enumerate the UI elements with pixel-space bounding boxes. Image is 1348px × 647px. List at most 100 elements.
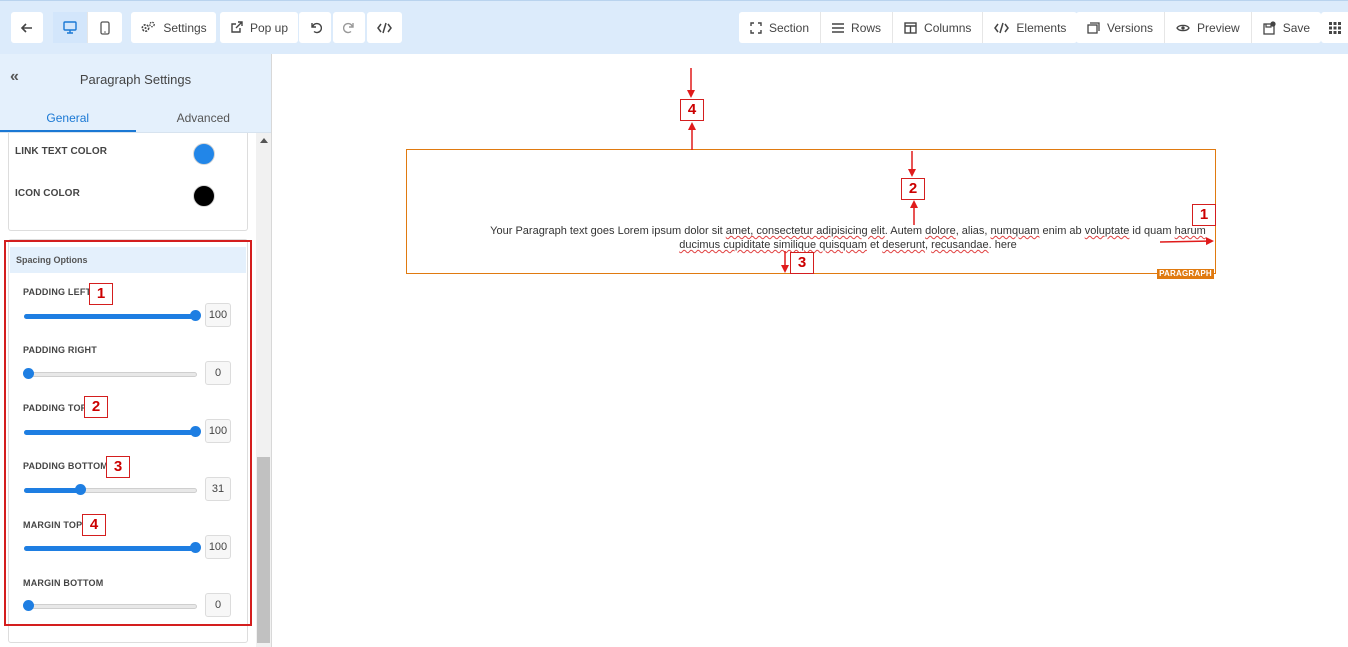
misspelled-text-run: deserunt bbox=[882, 239, 926, 251]
padding-left-slider[interactable] bbox=[24, 310, 201, 321]
panel-header: « Paragraph Settings bbox=[0, 54, 271, 104]
mobile-icon bbox=[100, 20, 110, 35]
code-icon bbox=[994, 22, 1010, 33]
mobile-view-button[interactable] bbox=[88, 12, 122, 43]
arrow-left-icon bbox=[20, 22, 32, 33]
margin-top-slider[interactable] bbox=[24, 542, 201, 553]
canvas-annotation-3: 3 bbox=[790, 252, 814, 274]
annotation-2-badge: 2 bbox=[84, 396, 108, 418]
icon-color-swatch[interactable] bbox=[193, 185, 215, 207]
versions-icon bbox=[1087, 21, 1100, 34]
columns-icon bbox=[904, 21, 917, 34]
desktop-icon bbox=[63, 21, 77, 34]
save-button[interactable]: Save bbox=[1252, 12, 1321, 43]
link-text-color-label: LINK TEXT COLOR bbox=[15, 146, 108, 157]
misspelled-text-run: numquam bbox=[990, 225, 1040, 237]
expand-icon bbox=[750, 21, 762, 34]
desktop-view-button[interactable] bbox=[53, 12, 88, 43]
spacing-options-header[interactable]: Spacing Options bbox=[10, 247, 246, 273]
save-label: Save bbox=[1282, 20, 1311, 35]
slider-handle[interactable] bbox=[23, 600, 34, 611]
panel-body: LINK TEXT COLOR ICON COLOR Spacing Optio… bbox=[0, 133, 256, 647]
slider-handle[interactable] bbox=[190, 310, 201, 321]
apps-menu-button[interactable] bbox=[1321, 12, 1348, 43]
margin-bottom-value[interactable]: 0 bbox=[205, 593, 231, 617]
margin-bottom-slider[interactable] bbox=[23, 600, 197, 611]
section-label: Section bbox=[769, 20, 810, 35]
canvas-annotation-2: 2 bbox=[901, 178, 925, 200]
structure-group: Section Rows Columns Elements bbox=[739, 12, 1078, 43]
misspelled-text-run: dolore bbox=[925, 225, 956, 237]
paragraph-text-run: . here bbox=[988, 239, 1017, 251]
slider-handle[interactable] bbox=[190, 426, 201, 437]
columns-button[interactable]: Columns bbox=[893, 12, 984, 43]
rows-label: Rows bbox=[851, 20, 882, 35]
padding-bottom-value[interactable]: 31 bbox=[205, 477, 231, 501]
settings-panel: « Paragraph Settings General Advanced LI… bbox=[0, 54, 272, 647]
versions-label: Versions bbox=[1107, 20, 1154, 35]
misspelled-text-run: recusandae bbox=[931, 239, 989, 251]
misspelled-text-run: voluptate bbox=[1084, 225, 1130, 237]
rows-button[interactable]: Rows bbox=[821, 12, 894, 43]
padding-top-value[interactable]: 100 bbox=[205, 419, 231, 443]
publish-group: Versions Preview Save bbox=[1076, 12, 1322, 43]
padding-bottom-slider[interactable] bbox=[24, 484, 197, 495]
code-icon bbox=[377, 22, 392, 33]
tab-general[interactable]: General bbox=[0, 104, 136, 132]
panel-scrollbar[interactable] bbox=[256, 133, 271, 647]
link-text-color-swatch[interactable] bbox=[193, 143, 215, 165]
scroll-up-arrow-icon[interactable] bbox=[256, 137, 271, 147]
rows-icon bbox=[832, 22, 845, 33]
preview-label: Preview bbox=[1197, 20, 1240, 35]
padding-left-value[interactable]: 100 bbox=[205, 303, 231, 327]
slider-handle[interactable] bbox=[190, 542, 201, 553]
gears-icon bbox=[141, 21, 156, 33]
padding-top-label: PADDING TOP bbox=[23, 403, 87, 413]
paragraph-text-run: , alias, bbox=[955, 225, 991, 237]
panel-title: Paragraph Settings bbox=[79, 71, 192, 87]
panel-tabs: General Advanced bbox=[0, 104, 271, 133]
annotation-1-badge: 1 bbox=[89, 283, 113, 305]
slider-handle[interactable] bbox=[23, 368, 34, 379]
padding-top-slider[interactable] bbox=[24, 426, 201, 437]
section-button[interactable]: Section bbox=[739, 12, 822, 43]
undo-button[interactable] bbox=[299, 12, 331, 43]
redo-button[interactable] bbox=[333, 12, 365, 43]
paragraph-text-run: et bbox=[866, 239, 883, 251]
redo-icon bbox=[342, 22, 354, 34]
paragraph-text-run: enim ab bbox=[1039, 225, 1085, 237]
popup-label: Pop up bbox=[249, 20, 289, 35]
save-icon bbox=[1263, 20, 1276, 35]
elements-button[interactable]: Elements bbox=[983, 12, 1077, 43]
padding-right-slider[interactable] bbox=[23, 368, 197, 379]
settings-button[interactable]: Settings bbox=[131, 12, 216, 43]
device-switcher bbox=[53, 12, 122, 43]
margin-top-label: MARGIN TOP bbox=[23, 520, 83, 530]
versions-button[interactable]: Versions bbox=[1076, 12, 1166, 43]
canvas-annotation-4: 4 bbox=[680, 99, 704, 121]
scrollbar-thumb[interactable] bbox=[257, 457, 270, 643]
slider-handle[interactable] bbox=[74, 484, 86, 495]
external-link-icon bbox=[231, 21, 243, 33]
editor-canvas[interactable] bbox=[273, 54, 1348, 647]
annotation-3-badge: 3 bbox=[106, 456, 130, 478]
padding-right-label: PADDING RIGHT bbox=[23, 345, 97, 355]
annotation-4-badge: 4 bbox=[82, 514, 106, 536]
popup-button[interactable]: Pop up bbox=[220, 12, 298, 43]
margin-top-value[interactable]: 100 bbox=[205, 535, 231, 559]
tab-advanced[interactable]: Advanced bbox=[136, 104, 272, 132]
margin-bottom-label: MARGIN BOTTOM bbox=[23, 578, 104, 588]
code-button[interactable] bbox=[367, 12, 402, 43]
paragraph-text-run: Your Paragraph text goes Lorem ipsum dol… bbox=[490, 225, 726, 237]
collapse-panel-icon[interactable]: « bbox=[10, 68, 19, 86]
grid-icon bbox=[1328, 21, 1341, 34]
paragraph-text-run: . Autem bbox=[884, 225, 926, 237]
padding-right-value[interactable]: 0 bbox=[205, 361, 231, 385]
paragraph-text[interactable]: Your Paragraph text goes Lorem ipsum dol… bbox=[490, 224, 1206, 252]
icon-color-label: ICON COLOR bbox=[15, 188, 80, 199]
undo-icon bbox=[310, 22, 322, 34]
preview-button[interactable]: Preview bbox=[1165, 12, 1252, 43]
columns-label: Columns bbox=[924, 20, 972, 35]
back-button[interactable] bbox=[11, 12, 43, 43]
paragraph-element-tag[interactable]: PARAGRAPH bbox=[1157, 269, 1214, 279]
